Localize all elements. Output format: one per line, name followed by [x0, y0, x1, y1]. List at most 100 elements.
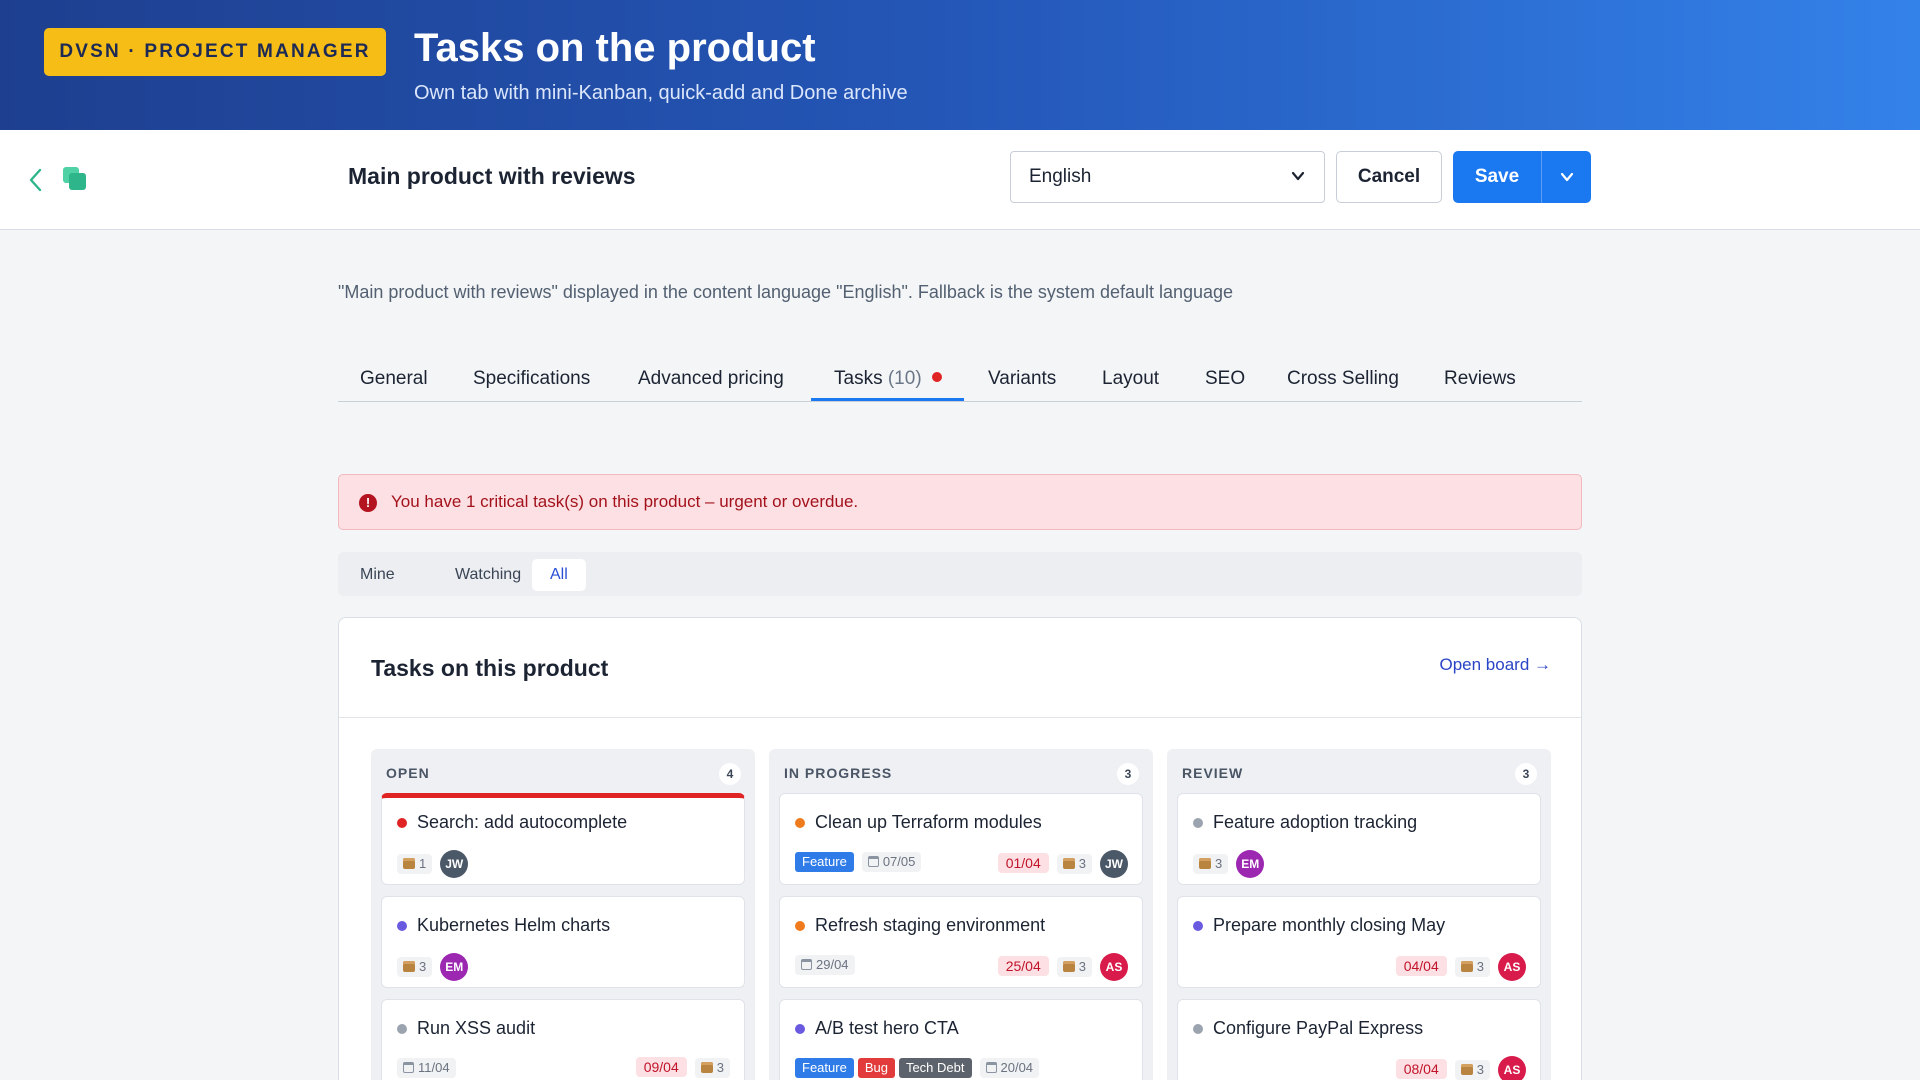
box-icon [700, 1062, 713, 1073]
product-count-chip: 3 [1454, 956, 1490, 977]
avatar[interactable]: JW [440, 850, 469, 878]
box-icon [1460, 960, 1473, 972]
box-icon [1460, 1063, 1473, 1075]
task-card[interactable]: A/B test hero CTA Feature Bug Tech Debt 20/0… [779, 999, 1143, 1080]
due-date-badge: 08/04 [1395, 1058, 1447, 1079]
tab-label: SEO [1205, 368, 1246, 389]
open-board-link[interactable]: Open board → [1439, 655, 1551, 675]
column-title: REVIEW [1182, 765, 1244, 781]
product-count-chip: 3 [1193, 853, 1229, 874]
task-meta-right: 04/04 3 AS [1395, 953, 1526, 981]
task-title: Prepare monthly closing May [1213, 915, 1446, 935]
avatar[interactable]: EM [1236, 850, 1265, 878]
task-date-value: 29/04 [816, 957, 849, 972]
app-header: Main product with reviews English Cancel… [0, 130, 1920, 230]
avatar[interactable]: AS [1100, 953, 1128, 981]
priority-dot [795, 818, 805, 828]
tab-cross-selling[interactable]: Cross Selling [1287, 368, 1399, 390]
column-title: OPEN [386, 765, 430, 781]
cancel-button[interactable]: Cancel [1336, 151, 1442, 203]
hero-title: Tasks on the product [414, 26, 816, 70]
task-date: 20/04 [979, 1058, 1040, 1078]
tab-label: General [360, 368, 428, 389]
avatar[interactable]: AS [1498, 953, 1526, 981]
product-count: 3 [716, 1060, 724, 1075]
chevron-left-icon[interactable] [26, 166, 46, 194]
tab-tasks[interactable]: Tasks (10) [834, 368, 942, 390]
tab-general[interactable]: General [360, 368, 428, 390]
task-tag: Feature [795, 1058, 854, 1078]
priority-dot [397, 818, 407, 828]
task-card[interactable]: Prepare monthly closing May 04/04 3 AS [1177, 896, 1541, 988]
product-count-chip: 3 [1056, 956, 1092, 977]
task-title: Configure PayPal Express [1213, 1018, 1424, 1038]
task-meta-left: 29/04 [795, 953, 855, 975]
task-meta-left: 1 JW [397, 850, 469, 878]
box-icon [403, 960, 415, 972]
priority-dot [397, 921, 407, 931]
tab-seo[interactable]: SEO [1205, 368, 1245, 390]
hero-banner: DVSN · PROJECT MANAGER Tasks on the prod… [0, 0, 1920, 130]
tab-specifications[interactable]: Specifications [473, 368, 590, 390]
tab-reviews[interactable]: Reviews [1444, 368, 1516, 390]
task-meta-right: 25/04 3 AS [997, 953, 1128, 981]
task-meta-left: 3 EM [1193, 850, 1265, 878]
save-button[interactable]: Save [1453, 151, 1541, 203]
product-count-chip: 3 [397, 956, 433, 977]
kanban-column-in-progress: IN PROGRESS 3 Clean up Terraform modules Fe… [769, 749, 1153, 1080]
filter-watching[interactable]: Watching [437, 559, 539, 591]
task-date: 11/04 [397, 1058, 456, 1078]
calendar-icon [985, 1062, 997, 1073]
column-count-badge: 3 [1117, 763, 1139, 785]
tab-label: Cross Selling [1287, 368, 1399, 389]
avatar[interactable]: AS [1498, 1056, 1526, 1080]
divider [339, 717, 1581, 718]
page-title: Main product with reviews [348, 163, 636, 189]
product-count-chip: 3 [1454, 1059, 1490, 1080]
column-count-badge: 4 [719, 763, 741, 785]
critical-dot [931, 372, 942, 382]
priority-dot [795, 921, 805, 931]
task-date: 07/05 [861, 852, 922, 872]
task-meta-left: 11/04 [397, 1056, 456, 1078]
hero-subtitle: Own tab with mini-Kanban, quick-add and … [414, 82, 908, 104]
panel-title: Tasks on this product [371, 655, 609, 681]
tab-label: Specifications [473, 368, 591, 389]
tab-layout[interactable]: Layout [1102, 368, 1159, 390]
avatar[interactable]: JW [1100, 850, 1128, 878]
tab-label: Variants [988, 368, 1057, 389]
task-card[interactable]: Search: add autocomplete 1 JW [381, 793, 745, 885]
product-count-chip: 3 [1056, 853, 1092, 874]
task-date-value: 07/05 [882, 854, 916, 869]
tab-label: Layout [1102, 368, 1160, 389]
tab-count: (10) [887, 368, 922, 389]
due-date-badge: 04/04 [1395, 955, 1447, 976]
project-manager-badge: DVSN · PROJECT MANAGER [44, 28, 386, 76]
kanban-column-open: OPEN 4 Search: add autocomplete 1 JW Kubernet… [371, 749, 755, 1080]
task-title: Kubernetes Helm charts [417, 915, 611, 935]
language-select[interactable]: English [1010, 151, 1325, 203]
alert-icon: ! [359, 494, 377, 512]
task-card[interactable]: Kubernetes Helm charts 3 EM [381, 896, 745, 988]
alert-text: You have 1 critical task(s) on this prod… [391, 492, 859, 511]
filter-mine[interactable]: Mine [342, 559, 413, 591]
task-card[interactable]: Feature adoption tracking 3 EM [1177, 793, 1541, 885]
task-card[interactable]: Refresh staging environment 29/04 25/04 3 AS [779, 896, 1143, 988]
priority-dot [1193, 1024, 1203, 1034]
product-count: 3 [1215, 855, 1223, 871]
product-count: 3 [1476, 1061, 1484, 1077]
task-card[interactable]: Clean up Terraform modules Feature 07/05 01… [779, 793, 1143, 885]
product-count: 3 [1078, 958, 1086, 974]
tab-variants[interactable]: Variants [988, 368, 1056, 390]
task-card[interactable]: Configure PayPal Express 08/04 3 AS [1177, 999, 1541, 1080]
tab-advanced-pricing[interactable]: Advanced pricing [638, 368, 784, 390]
avatar[interactable]: EM [440, 953, 469, 981]
box-icon [1062, 960, 1075, 972]
save-options-button[interactable] [1541, 151, 1591, 203]
column-title: IN PROGRESS [784, 765, 893, 781]
tab-label: Reviews [1444, 368, 1516, 389]
task-card[interactable]: Run XSS audit 11/04 09/04 3 [381, 999, 745, 1080]
filter-all[interactable]: All [532, 559, 586, 591]
copy-icon[interactable] [62, 166, 88, 192]
task-tag: Tech Debt [898, 1058, 972, 1078]
